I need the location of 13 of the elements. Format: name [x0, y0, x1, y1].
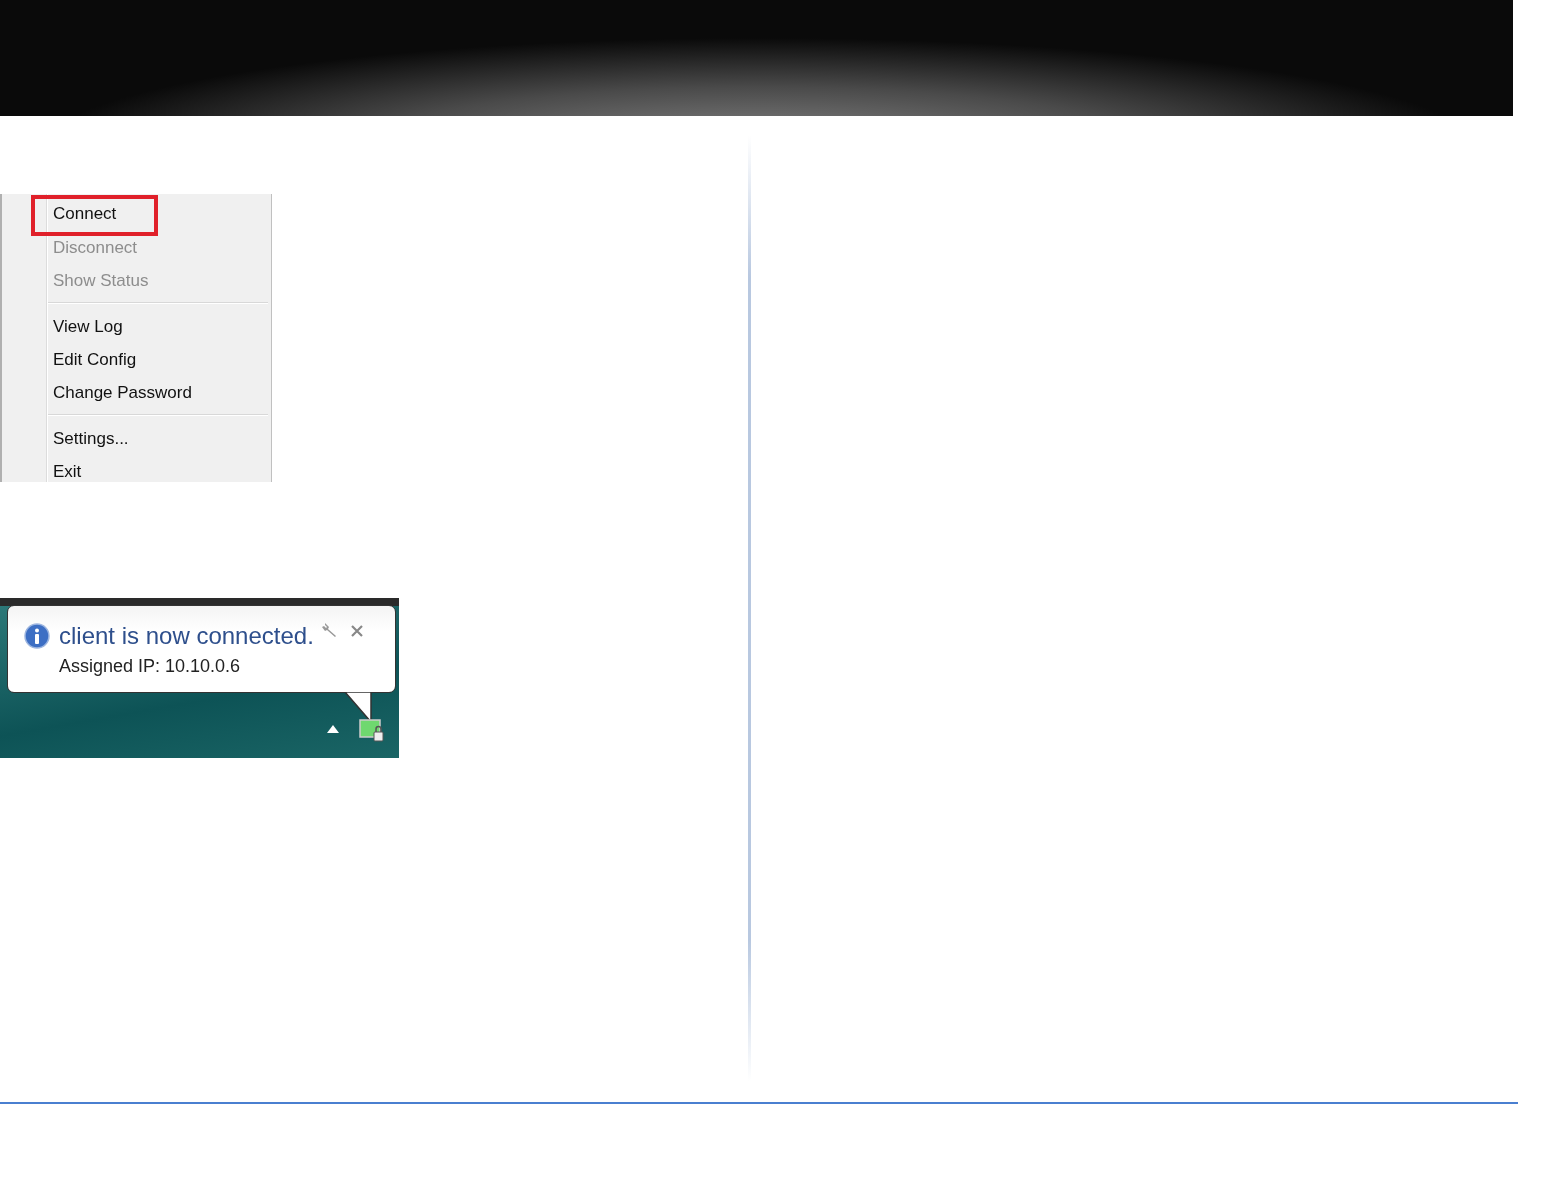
show-hidden-icons-arrow-icon[interactable]: [327, 725, 339, 733]
menu-item[interactable]: Edit Config: [31, 343, 158, 376]
menu-item[interactable]: Exit: [31, 455, 158, 488]
menu-item[interactable]: Change Password: [31, 376, 206, 409]
notification-title: client is now connected.: [59, 622, 314, 650]
notification-message: Assigned IP: 10.10.0.6: [59, 656, 242, 677]
monitor-lock-icon[interactable]: [359, 719, 385, 743]
close-icon[interactable]: [349, 624, 364, 638]
menu-item[interactable]: View Log: [31, 310, 158, 343]
wrench-icon[interactable]: [321, 622, 338, 638]
menu-item[interactable]: Connect: [31, 195, 158, 236]
info-icon: [24, 623, 50, 649]
menu-item[interactable]: Settings...: [31, 422, 158, 455]
